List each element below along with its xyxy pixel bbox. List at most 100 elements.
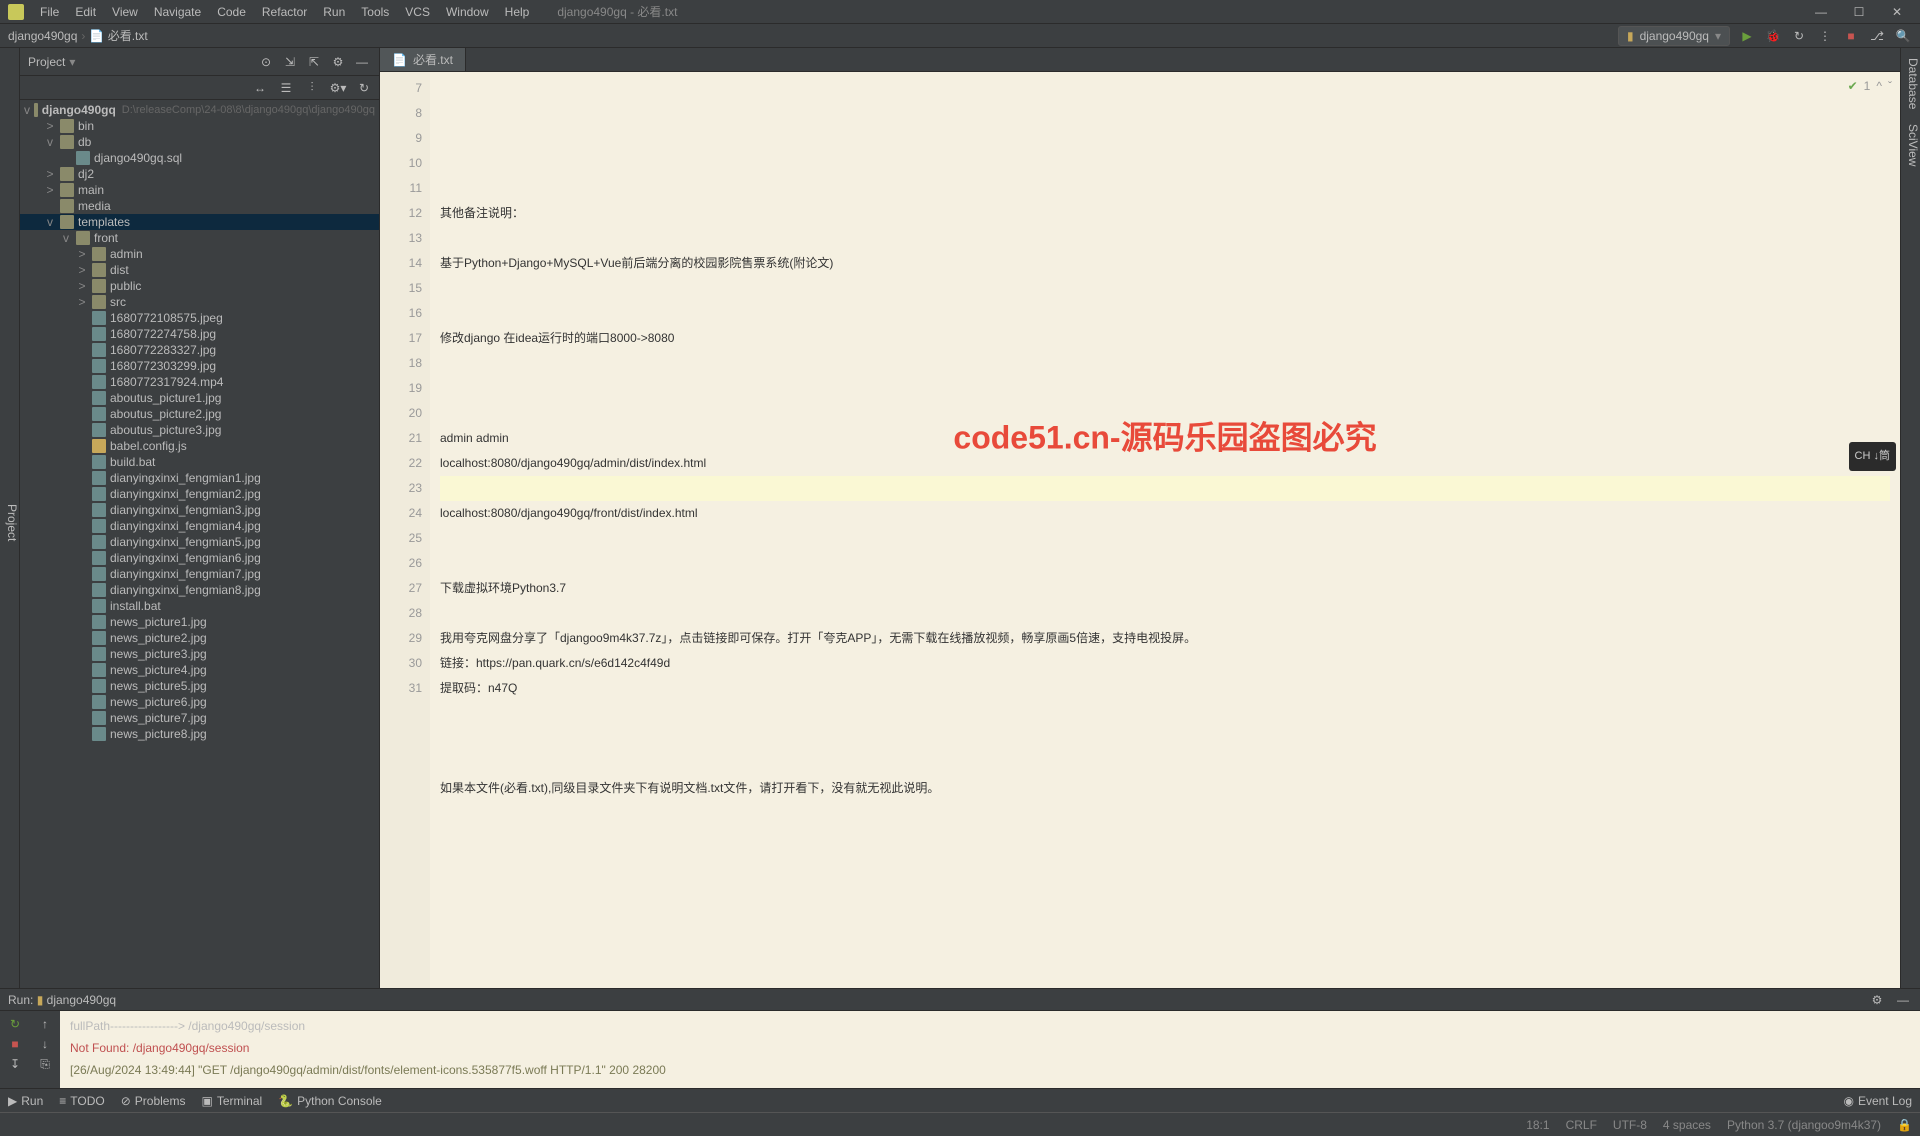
tree-item[interactable]: >src xyxy=(20,294,379,310)
line-sep[interactable]: CRLF xyxy=(1566,1118,1597,1132)
terminal-tool-button[interactable]: ▣ Terminal xyxy=(201,1094,262,1108)
interpreter[interactable]: Python 3.7 (djangoo9m4k37) xyxy=(1727,1118,1881,1132)
menu-navigate[interactable]: Navigate xyxy=(146,5,209,19)
collapse-icon[interactable]: ⇱ xyxy=(305,53,323,71)
run-settings-icon[interactable]: ⚙ xyxy=(1868,991,1886,1009)
breadcrumb-file[interactable]: 📄 必看.txt xyxy=(89,27,147,44)
search-everywhere-button[interactable]: 🔍 xyxy=(1894,27,1912,45)
menu-help[interactable]: Help xyxy=(497,5,538,19)
tb-icon-1[interactable]: ↔ xyxy=(251,79,269,97)
todo-tool-button[interactable]: ≡ TODO xyxy=(59,1094,104,1108)
tree-item[interactable]: news_picture2.jpg xyxy=(20,630,379,646)
tree-item[interactable]: vdb xyxy=(20,134,379,150)
breadcrumb-root[interactable]: django490gq xyxy=(8,29,77,43)
tree-item[interactable]: >bin xyxy=(20,118,379,134)
close-button[interactable]: ✕ xyxy=(1882,5,1912,19)
expand-icon[interactable]: ⇲ xyxy=(281,53,299,71)
tree-item[interactable]: dianyingxinxi_fengmian3.jpg xyxy=(20,502,379,518)
tree-item[interactable]: dianyingxinxi_fengmian2.jpg xyxy=(20,486,379,502)
run-button[interactable]: ▶ xyxy=(1738,27,1756,45)
tree-item[interactable]: news_picture7.jpg xyxy=(20,710,379,726)
run-hide-icon[interactable]: — xyxy=(1894,991,1912,1009)
tb-icon-2[interactable]: ☰ xyxy=(277,79,295,97)
encoding[interactable]: UTF-8 xyxy=(1613,1118,1647,1132)
tree-item[interactable]: news_picture8.jpg xyxy=(20,726,379,742)
inspection-status[interactable]: ✔1 ^ˇ xyxy=(1848,74,1892,99)
project-tool-button[interactable]: Project xyxy=(5,504,19,541)
sciview-tool-button[interactable]: SciView xyxy=(1906,124,1920,166)
minimize-button[interactable]: — xyxy=(1806,5,1836,19)
down2-icon[interactable]: ↓ xyxy=(42,1037,48,1051)
run-output[interactable]: fullPath-----------------> /django490gq/… xyxy=(60,1011,1920,1088)
tree-item[interactable]: >public xyxy=(20,278,379,294)
tree-item[interactable]: 1680772108575.jpeg xyxy=(20,310,379,326)
tree-item[interactable]: vfront xyxy=(20,230,379,246)
project-tree[interactable]: vdjango490gqD:\releaseComp\24-08\8\djang… xyxy=(20,100,379,988)
menu-vcs[interactable]: VCS xyxy=(397,5,438,19)
event-log-button[interactable]: ◉ Event Log xyxy=(1843,1094,1912,1108)
tree-item[interactable]: 1680772303299.jpg xyxy=(20,358,379,374)
tree-item[interactable]: 1680772317924.mp4 xyxy=(20,374,379,390)
tree-item[interactable]: install.bat xyxy=(20,598,379,614)
menu-refactor[interactable]: Refactor xyxy=(254,5,315,19)
menu-tools[interactable]: Tools xyxy=(353,5,397,19)
tree-item[interactable]: dianyingxinxi_fengmian7.jpg xyxy=(20,566,379,582)
tree-item[interactable]: babel.config.js xyxy=(20,438,379,454)
menu-view[interactable]: View xyxy=(104,5,146,19)
tab-file[interactable]: 📄 必看.txt xyxy=(380,48,466,71)
tree-item[interactable]: django490gq.sql xyxy=(20,150,379,166)
problems-tool-button[interactable]: ⊘ Problems xyxy=(121,1094,186,1108)
tree-item[interactable]: >dist xyxy=(20,262,379,278)
tb-settings-icon[interactable]: ⚙▾ xyxy=(329,79,347,97)
vcs-button[interactable]: ⎇ xyxy=(1868,27,1886,45)
locate-icon[interactable]: ⊙ xyxy=(257,53,275,71)
menu-edit[interactable]: Edit xyxy=(67,5,104,19)
tree-item[interactable]: news_picture6.jpg xyxy=(20,694,379,710)
cursor-position[interactable]: 18:1 xyxy=(1526,1118,1549,1132)
maximize-button[interactable]: ☐ xyxy=(1844,5,1874,19)
tree-root[interactable]: vdjango490gqD:\releaseComp\24-08\8\djang… xyxy=(20,102,379,118)
gear-icon[interactable]: ⚙ xyxy=(329,53,347,71)
tree-item[interactable]: dianyingxinxi_fengmian6.jpg xyxy=(20,550,379,566)
tree-item[interactable]: news_picture1.jpg xyxy=(20,614,379,630)
stop-button[interactable]: ■ xyxy=(1842,27,1860,45)
wrap-icon[interactable]: ⎘ xyxy=(40,1057,50,1072)
tree-item[interactable]: 1680772283327.jpg xyxy=(20,342,379,358)
tree-item[interactable]: >main xyxy=(20,182,379,198)
tree-item[interactable]: news_picture3.jpg xyxy=(20,646,379,662)
tree-item[interactable]: news_picture5.jpg xyxy=(20,678,379,694)
py-console-tool-button[interactable]: 🐍 Python Console xyxy=(278,1094,382,1108)
tree-item[interactable]: >dj2 xyxy=(20,166,379,182)
tree-item[interactable]: 1680772274758.jpg xyxy=(20,326,379,342)
down-icon[interactable]: ↧ xyxy=(10,1057,20,1071)
tree-item[interactable]: dianyingxinxi_fengmian8.jpg xyxy=(20,582,379,598)
hide-icon[interactable]: — xyxy=(353,53,371,71)
menu-code[interactable]: Code xyxy=(209,5,254,19)
lock-icon[interactable]: 🔒 xyxy=(1897,1118,1912,1132)
stop-run-button[interactable]: ↻ xyxy=(1790,27,1808,45)
indent[interactable]: 4 spaces xyxy=(1663,1118,1711,1132)
code-content[interactable]: ✔1 ^ˇ CH ↓筒 code51.cn-源码乐园盗图必究 其他备注说明： 基… xyxy=(430,72,1900,988)
tree-item[interactable]: build.bat xyxy=(20,454,379,470)
tree-item[interactable]: news_picture4.jpg xyxy=(20,662,379,678)
tree-item[interactable]: >admin xyxy=(20,246,379,262)
stop-icon[interactable]: ■ xyxy=(11,1037,18,1051)
tree-item[interactable]: dianyingxinxi_fengmian5.jpg xyxy=(20,534,379,550)
menu-file[interactable]: File xyxy=(32,5,67,19)
tree-item[interactable]: aboutus_picture2.jpg xyxy=(20,406,379,422)
database-tool-button[interactable]: Database xyxy=(1906,58,1920,109)
tree-item[interactable]: media xyxy=(20,198,379,214)
more-actions-button[interactable]: ⋮ xyxy=(1816,27,1834,45)
menu-run[interactable]: Run xyxy=(315,5,353,19)
menu-window[interactable]: Window xyxy=(438,5,497,19)
tb-icon-4[interactable]: ↻ xyxy=(355,79,373,97)
run-config-selector[interactable]: ▮ django490gq ▾ xyxy=(1618,26,1730,46)
up-icon[interactable]: ↑ xyxy=(42,1017,48,1031)
tree-item[interactable]: dianyingxinxi_fengmian1.jpg xyxy=(20,470,379,486)
run-tool-button[interactable]: ▶ Run xyxy=(8,1094,43,1108)
rerun-icon[interactable]: ↻ xyxy=(10,1017,20,1031)
tb-icon-3[interactable]: ⫶ xyxy=(303,79,321,97)
tree-item[interactable]: vtemplates xyxy=(20,214,379,230)
debug-button[interactable]: 🐞 xyxy=(1764,27,1782,45)
tree-item[interactable]: dianyingxinxi_fengmian4.jpg xyxy=(20,518,379,534)
